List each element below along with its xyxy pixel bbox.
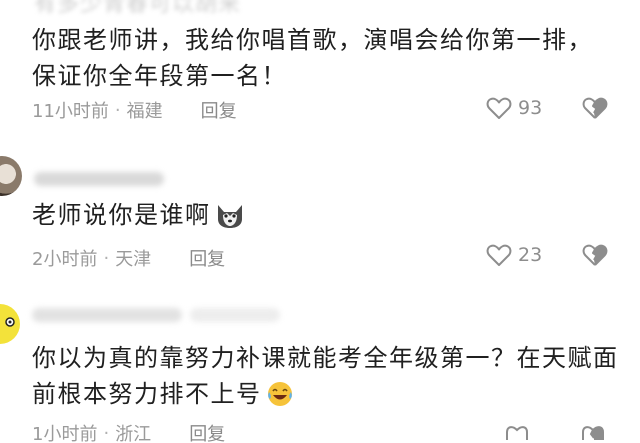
comment-2-meta: 2小时前 · 天津 回复 [32,245,225,271]
broken-heart-icon [582,244,608,266]
comment-3-reply-button[interactable]: 回复 [189,420,225,443]
comment-1-dislike-button[interactable] [582,96,608,124]
comment-1-text: 你跟老师讲，我给你唱首歌，演唱会给你第一排，保证你全年段第一名！ [32,26,593,90]
comment-2-dislike-button[interactable] [582,243,608,271]
heart-outline-icon [486,244,512,266]
comment-1-meta: 11小时前 · 福建 回复 [32,97,237,123]
comment-3: 你以为真的靠努力补课就能考全年级第一？在天赋面前根本努力排不上号 1小时前 · … [0,296,640,443]
avatar[interactable] [0,304,20,344]
comment-1-like-button[interactable]: 93 [486,96,542,120]
username-blurred [32,308,182,322]
comment-1: 有多少青春可以胡来 你跟老师讲，我给你唱首歌，演唱会给你第一排，保证你全年段第一… [0,0,640,130]
broken-heart-icon [582,97,608,119]
comment-2-like-button[interactable]: 23 [486,243,542,267]
comment-3-location: 浙江 [115,424,152,443]
comment-1-cut-header: 有多少青春可以胡来 [34,0,242,17]
crying-laughing-emoji-icon [266,380,294,418]
comment-2-location: 天津 [115,249,152,270]
heart-outline-icon [486,97,512,119]
separator-dot: · [103,247,110,269]
comment-1-like-count: 93 [518,97,543,119]
comment-3-meta: 1小时前 · 浙江 回复 [32,420,225,443]
comment-1-time: 11小时前 [32,101,109,122]
comment-3-text: 你以为真的靠努力补课就能考全年级第一？在天赋面前根本努力排不上号 [32,340,622,418]
separator-dot: · [114,99,121,121]
husky-emoji-icon [215,201,245,239]
broken-heart-icon [582,426,604,440]
comment-3-dislike-button-cut[interactable] [580,422,606,443]
comment-1-reply-button[interactable]: 回复 [201,97,237,123]
comment-3-text-content: 你以为真的靠努力补课就能考全年级第一？在天赋面前根本努力排不上号 [32,344,619,408]
comment-2-time: 2小时前 [32,249,98,270]
username-blurred-extra [190,308,280,322]
comment-1-location: 福建 [126,101,163,122]
comment-2: 老师说你是谁啊 2小时前 · 天津 回复 23 [0,150,640,280]
comment-2-reply-button[interactable]: 回复 [189,245,225,271]
separator-dot: · [103,422,110,443]
comment-2-text-content: 老师说你是谁啊 [32,201,211,229]
comment-2-text: 老师说你是谁啊 [32,197,245,239]
comment-3-like-button-cut[interactable] [504,422,530,443]
comment-2-like-count: 23 [518,244,543,266]
avatar[interactable] [0,156,22,196]
comment-3-time: 1小时前 [32,424,98,443]
heart-outline-icon [506,426,528,440]
avatar-face-icon [5,317,15,327]
username-blurred [34,172,164,186]
